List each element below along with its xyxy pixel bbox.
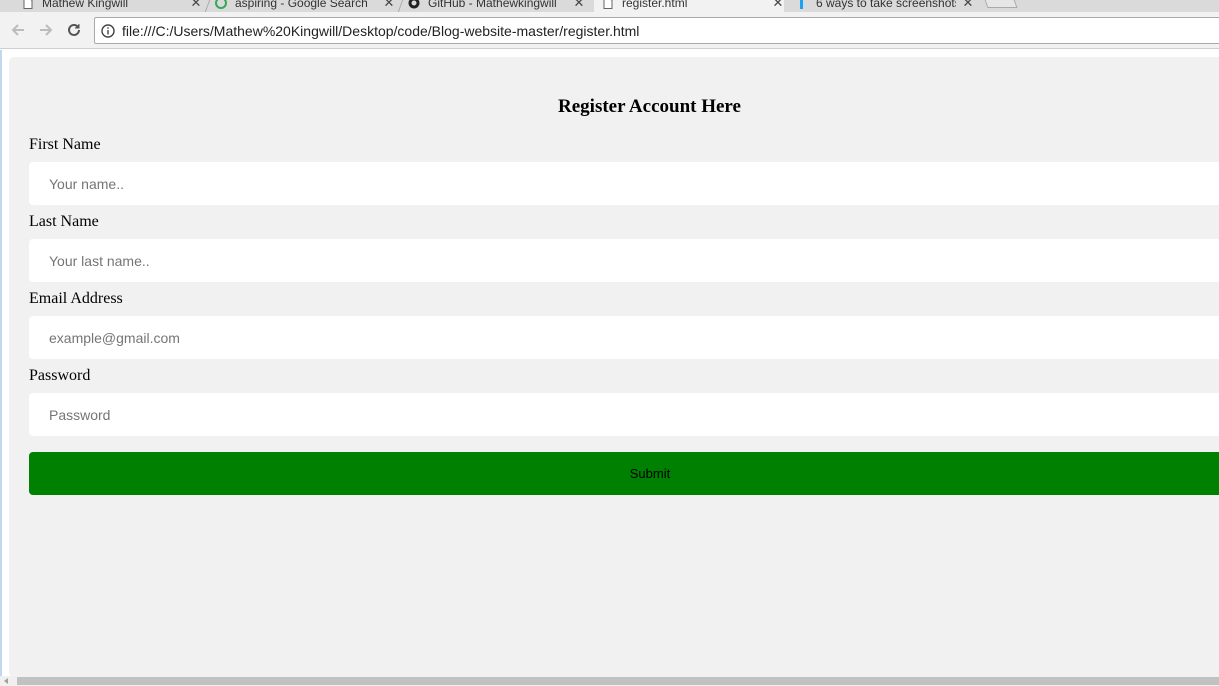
- address-bar[interactable]: file:///C:/Users/Mathew%20Kingwill/Deskt…: [94, 17, 1219, 44]
- password-input[interactable]: [29, 393, 1219, 436]
- tab-mathew-kingwill[interactable]: Mathew Kingwill ✕: [22, 0, 202, 12]
- window-edge: [0, 50, 2, 676]
- scrollbar-thumb[interactable]: [17, 677, 1219, 685]
- reload-icon: [68, 23, 80, 36]
- close-icon[interactable]: ✕: [772, 0, 784, 11]
- reload-button[interactable]: [64, 20, 84, 40]
- back-button[interactable]: [8, 20, 28, 40]
- email-label: Email Address: [29, 290, 123, 307]
- page-viewport: Register Account Here First Name Last Na…: [0, 50, 1219, 686]
- last-name-input[interactable]: [29, 239, 1219, 282]
- tab-separator: [397, 0, 404, 12]
- tab-register-html[interactable]: register.html ✕: [594, 0, 784, 12]
- horizontal-scrollbar[interactable]: [0, 676, 1219, 686]
- browser-toolbar: file:///C:/Users/Mathew%20Kingwill/Deskt…: [0, 12, 1219, 49]
- new-tab-button[interactable]: [982, 0, 1018, 8]
- close-icon[interactable]: ✕: [190, 0, 202, 11]
- forward-arrow-icon: [40, 24, 53, 36]
- tab-title: register.html: [622, 0, 688, 10]
- info-icon[interactable]: [101, 23, 115, 38]
- close-icon[interactable]: ✕: [962, 0, 974, 11]
- github-icon: [408, 0, 420, 9]
- tab-google-search[interactable]: aspiring - Google Search ✕: [215, 0, 395, 12]
- page-title: Register Account Here: [558, 96, 741, 117]
- tab-title: 6 ways to take screenshots: [816, 0, 956, 10]
- submit-button[interactable]: Submit: [29, 452, 1219, 495]
- last-name-label: Last Name: [29, 213, 99, 230]
- blue-icon: [800, 0, 803, 9]
- scroll-left-icon[interactable]: [4, 678, 8, 684]
- url-text[interactable]: file:///C:/Users/Mathew%20Kingwill/Deskt…: [122, 23, 639, 39]
- google-icon: [215, 0, 227, 9]
- doc-icon: [603, 0, 613, 9]
- register-form-container: Register Account Here First Name Last Na…: [9, 57, 1219, 677]
- close-icon[interactable]: ✕: [573, 0, 585, 11]
- first-name-label: First Name: [29, 136, 101, 153]
- tab-title: Mathew Kingwill: [42, 0, 129, 10]
- tab-separator: [204, 0, 211, 12]
- first-name-input[interactable]: [29, 162, 1219, 205]
- tab-title: aspiring - Google Search: [235, 0, 368, 10]
- tab-screenshots[interactable]: 6 ways to take screenshots ✕: [796, 0, 974, 12]
- tab-strip: Mathew Kingwill ✕ aspiring - Google Sear…: [0, 0, 1219, 12]
- forward-button[interactable]: [36, 20, 56, 40]
- back-arrow-icon: [11, 24, 24, 36]
- close-icon[interactable]: ✕: [383, 0, 395, 11]
- tab-github[interactable]: GitHub - Mathewkingwill ✕: [408, 0, 585, 12]
- email-input[interactable]: [29, 316, 1219, 359]
- tab-title: GitHub - Mathewkingwill: [428, 0, 557, 10]
- doc-icon: [23, 0, 33, 9]
- password-label: Password: [29, 367, 91, 384]
